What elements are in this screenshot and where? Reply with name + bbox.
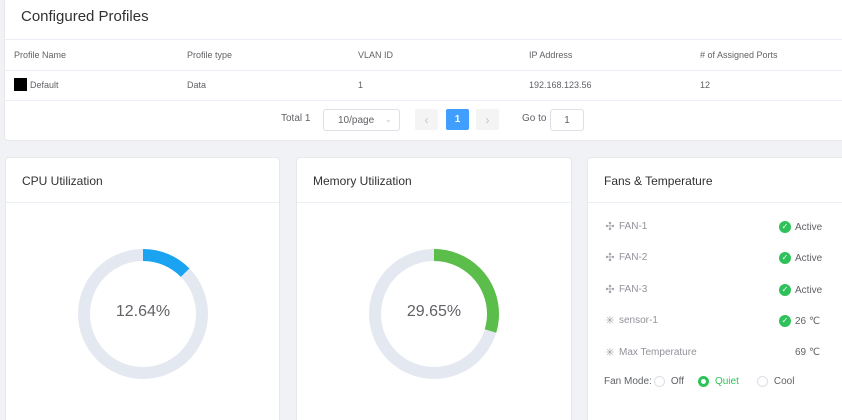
list-item: ✣ FAN-1	[604, 220, 647, 233]
chevron-down-icon: ⌄	[384, 114, 392, 124]
chevron-left-icon: ‹	[424, 112, 429, 127]
divider	[5, 70, 842, 71]
cell-ip-address: 192.168.123.56	[529, 80, 592, 90]
check-circle-icon: ✓	[779, 252, 791, 264]
status-text: Active	[795, 252, 823, 264]
cell-vlan-id: 1	[358, 80, 364, 90]
cpu-value-label: 12.64%	[115, 303, 171, 320]
sensor-icon: ✳	[605, 315, 615, 327]
fan-mode-off-radio[interactable]: Off	[653, 376, 684, 387]
mode-label: Cool	[773, 376, 795, 387]
mode-label: Off	[670, 376, 684, 387]
cell-profile-name: Default	[14, 78, 59, 91]
radio-icon	[756, 376, 768, 387]
status-badge: ✓ Active	[779, 221, 822, 233]
fan-name: FAN-2	[619, 252, 648, 263]
fan-icon: ✣	[605, 221, 615, 233]
sensor-name: Max Temperature	[619, 347, 697, 358]
profiles-card: Configured Profiles Profile Name Profile…	[4, 0, 842, 141]
col-header-ip-address[interactable]: IP Address	[529, 50, 572, 60]
list-item: ✣ FAN-2	[604, 251, 647, 264]
page-title: Configured Profiles	[21, 8, 149, 25]
col-header-profile-type[interactable]: Profile type	[187, 50, 232, 60]
prev-page-button[interactable]: ‹	[415, 109, 438, 130]
goto-page-input[interactable]: 1	[550, 109, 584, 131]
col-header-vlan-id[interactable]: VLAN ID	[358, 50, 393, 60]
pagination-total: Total 1	[281, 112, 311, 124]
profile-color-swatch	[14, 78, 27, 91]
status-badge: ✓ Active	[779, 284, 822, 296]
status-text: Active	[795, 284, 823, 296]
memory-gauge	[369, 249, 499, 379]
radio-icon	[653, 376, 665, 387]
sensor-icon: ✳	[605, 347, 615, 359]
fan-mode-cool-radio[interactable]: Cool	[756, 376, 795, 387]
fans-title: Fans & Temperature	[604, 174, 713, 188]
divider	[5, 39, 842, 40]
temperature-text: 26 ℃	[795, 315, 821, 327]
fan-mode-quiet-radio[interactable]: Quiet	[697, 376, 739, 387]
memory-utilization-card: Memory Utilization 29.65%	[296, 157, 572, 420]
mode-label: Quiet	[714, 376, 739, 387]
list-item: ✳ sensor-1	[604, 314, 658, 327]
goto-label: Go to	[522, 112, 547, 124]
cell-assigned-ports: 12	[700, 80, 711, 90]
divider	[588, 202, 842, 203]
status-badge: ✓ 26 ℃	[779, 315, 820, 327]
status-text: Active	[795, 221, 823, 233]
fan-mode-group: Fan Mode: Off Quiet Cool	[604, 376, 794, 387]
radio-icon	[697, 376, 709, 387]
chevron-right-icon: ›	[485, 112, 490, 127]
cpu-gauge	[78, 249, 208, 379]
next-page-button[interactable]: ›	[476, 109, 499, 130]
profile-name-text: Default	[30, 79, 59, 90]
cell-profile-type: Data	[187, 80, 207, 90]
fan-name: FAN-1	[619, 221, 648, 232]
memory-value-label: 29.65%	[406, 303, 462, 320]
page-size-select[interactable]: 10/page ⌄	[323, 109, 400, 131]
list-item: ✣ FAN-3	[604, 283, 647, 296]
col-header-assigned-ports[interactable]: # of Assigned Ports	[700, 50, 778, 60]
fan-mode-label: Fan Mode:	[604, 376, 652, 387]
fans-temperature-card: Fans & Temperature ✣ FAN-1 ✓ Active ✣ FAN…	[587, 157, 842, 420]
list-item: ✳ Max Temperature	[604, 346, 697, 359]
cpu-utilization-card: CPU Utilization 12.64%	[5, 157, 280, 420]
check-circle-icon: ✓	[779, 221, 791, 233]
status-badge: ✓ Active	[779, 252, 822, 264]
divider	[5, 100, 842, 101]
check-circle-icon: ✓	[779, 284, 791, 296]
fan-icon: ✣	[605, 284, 615, 296]
col-header-profile-name[interactable]: Profile Name	[14, 50, 66, 60]
max-temperature-value: 69 ℃	[795, 347, 821, 358]
sensor-name: sensor-1	[619, 315, 658, 326]
page-number-button[interactable]: 1	[446, 109, 469, 130]
fan-name: FAN-3	[619, 284, 648, 295]
fan-icon: ✣	[605, 252, 615, 264]
check-circle-icon: ✓	[779, 315, 791, 327]
page-size-value: 10/page	[338, 114, 375, 126]
